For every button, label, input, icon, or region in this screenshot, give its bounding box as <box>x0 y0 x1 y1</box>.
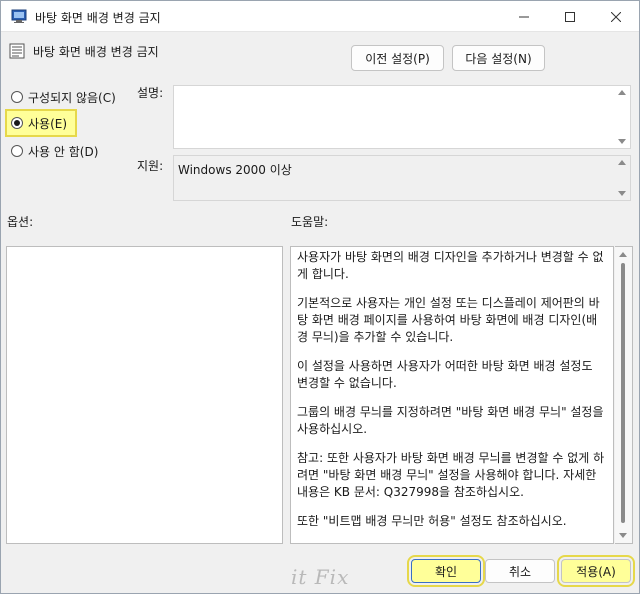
help-paragraph: 기본적으로 사용자는 개인 설정 또는 디스플레이 제어판의 바탕 화면 배경 … <box>297 296 600 344</box>
options-panel <box>6 246 283 544</box>
title-bar[interactable]: 바탕 화면 배경 변경 금지 <box>1 1 639 32</box>
scroll-down-icon[interactable] <box>619 533 627 538</box>
maximize-icon <box>565 11 575 22</box>
watermark-text: it Fix <box>291 565 350 589</box>
minimize-icon <box>519 16 529 17</box>
maximize-button[interactable] <box>547 1 593 32</box>
supported-label: 지원: <box>137 159 164 173</box>
help-scroll-thumb[interactable] <box>621 263 625 523</box>
comment-field[interactable] <box>173 85 631 149</box>
help-scrollbar[interactable] <box>615 246 633 544</box>
comment-scrollbar[interactable] <box>613 86 630 148</box>
help-text-panel: 사용자가 바탕 화면의 배경 디자인을 추가하거나 변경할 수 없게 합니다. … <box>290 246 614 544</box>
scroll-down-icon[interactable] <box>617 139 626 144</box>
radio-disabled-circle[interactable] <box>11 145 23 157</box>
help-paragraph: 또한 "비트맵 배경 무늬만 허용" 설정도 참조하십시오. <box>297 514 567 528</box>
previous-setting-button[interactable]: 이전 설정(P) <box>351 45 444 71</box>
policy-icon <box>11 9 27 23</box>
help-paragraph: 그룹의 배경 무늬를 지정하려면 "바탕 화면 배경 무늬" 설정을 사용하십시… <box>297 405 604 436</box>
help-paragraph: 사용자가 바탕 화면의 배경 디자인을 추가하거나 변경할 수 없게 합니다. <box>297 250 604 281</box>
help-paragraph: 참고: 또한 사용자가 바탕 화면 배경 무늬를 변경할 수 없게 하려면 "바… <box>297 451 605 499</box>
setting-icon <box>9 43 25 59</box>
close-button[interactable] <box>593 1 639 32</box>
help-label: 도움말: <box>291 215 329 229</box>
policy-title: 바탕 화면 배경 변경 금지 <box>33 45 159 59</box>
supported-scrollbar[interactable] <box>613 156 630 200</box>
radio-enabled-circle[interactable] <box>11 117 23 129</box>
scroll-up-icon[interactable] <box>617 90 626 95</box>
scroll-up-icon[interactable] <box>617 160 626 165</box>
comment-label: 설명: <box>137 86 164 100</box>
cancel-button[interactable]: 취소 <box>485 559 555 583</box>
radio-enabled-label: 사용(E) <box>28 116 68 131</box>
help-paragraph: 이 설정을 사용하면 사용자가 어떠한 바탕 화면 배경 설정도 변경할 수 없… <box>297 359 593 390</box>
scroll-down-icon[interactable] <box>617 191 626 196</box>
next-setting-button[interactable]: 다음 설정(N) <box>452 45 545 71</box>
radio-disabled[interactable]: 사용 안 함(D) <box>7 139 98 163</box>
close-icon <box>611 11 621 22</box>
supported-field: Windows 2000 이상 <box>173 155 631 201</box>
radio-not-configured-circle[interactable] <box>11 91 23 103</box>
policy-dialog: 바탕 화면 배경 변경 금지 바탕 화면 배경 변경 금지 이전 설정(P) 다… <box>0 0 640 594</box>
window-title: 바탕 화면 배경 변경 금지 <box>35 11 161 25</box>
scroll-up-icon[interactable] <box>619 252 627 257</box>
supported-value: Windows 2000 이상 <box>178 163 292 177</box>
options-label: 옵션: <box>7 215 34 229</box>
radio-not-configured-label: 구성되지 않음(C) <box>28 90 116 105</box>
radio-not-configured[interactable]: 구성되지 않음(C) <box>7 85 116 109</box>
radio-disabled-label: 사용 안 함(D) <box>28 144 99 159</box>
minimize-button[interactable] <box>501 1 547 32</box>
apply-button[interactable]: 적용(A) <box>557 555 635 587</box>
radio-enabled[interactable]: 사용(E) <box>4 109 78 137</box>
ok-button[interactable]: 확인 <box>407 555 485 587</box>
